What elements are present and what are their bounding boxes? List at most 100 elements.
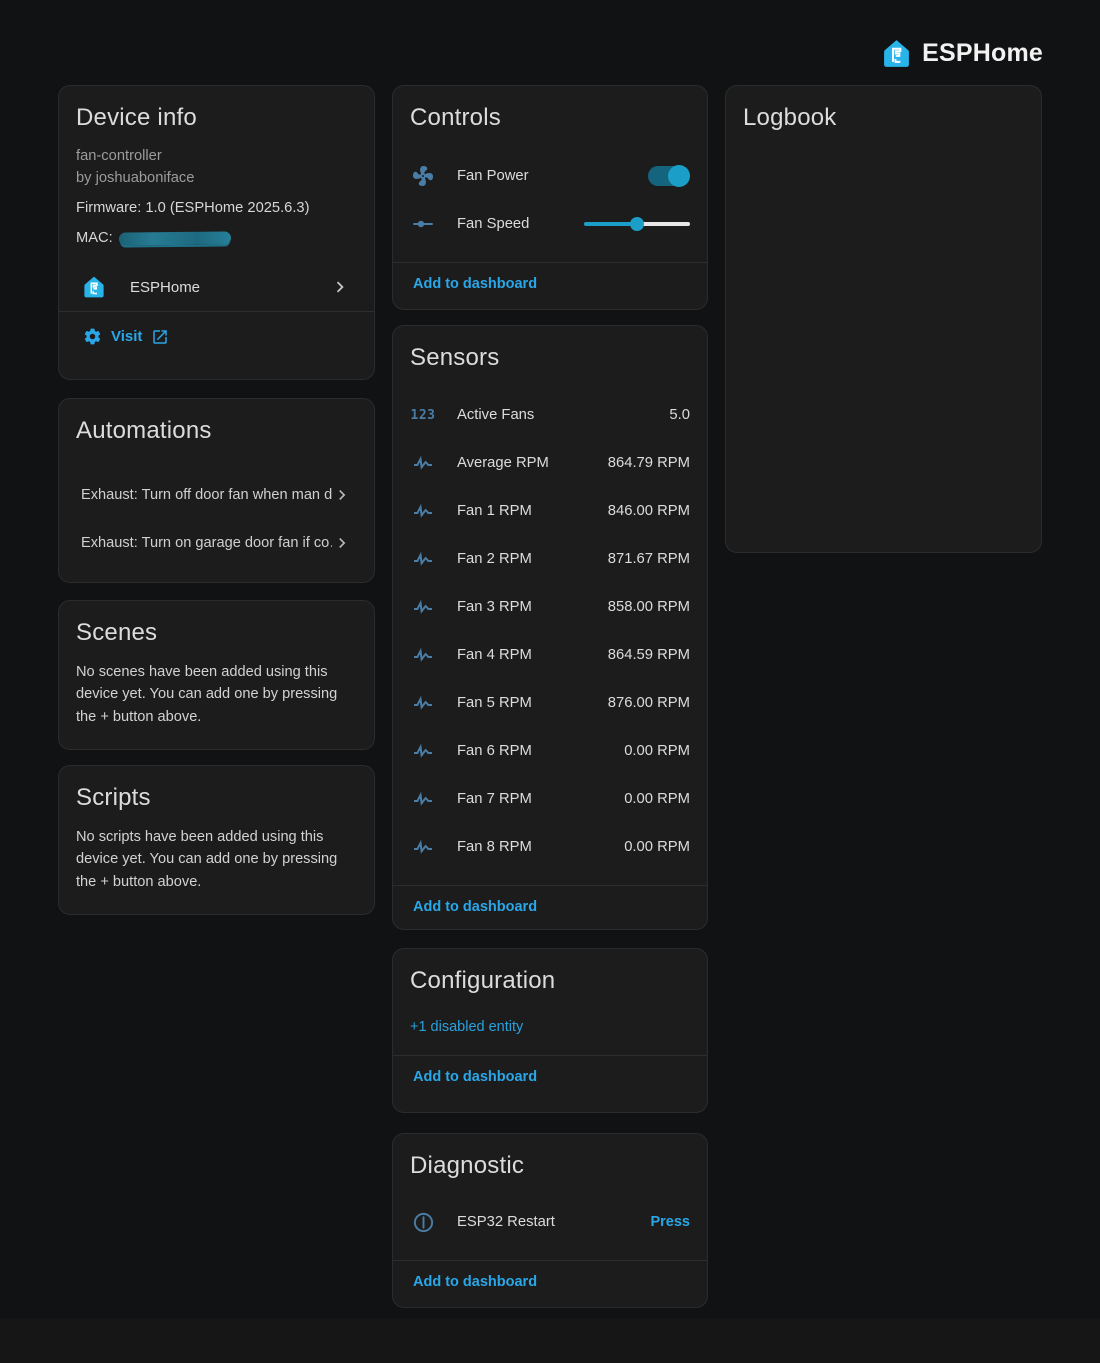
fan-power-label: Fan Power	[457, 168, 648, 184]
automation-label: Exhaust: Turn off door fan when man d…	[81, 487, 332, 503]
sensors-card: Sensors 123 Active Fans 5.0 Average RPM …	[392, 325, 708, 930]
sensor-value: 0.00 RPM	[624, 839, 690, 855]
chevron-right-icon	[332, 533, 352, 553]
pulse-icon	[411, 739, 435, 763]
controls-add-to-dashboard-link[interactable]: Add to dashboard	[393, 263, 707, 306]
slider-track-rest	[637, 222, 690, 226]
mac-redaction	[119, 231, 231, 245]
sensor-label: Fan 8 RPM	[457, 839, 624, 855]
sensors-add-to-dashboard-link[interactable]: Add to dashboard	[393, 886, 707, 929]
sensor-value: 871.67 RPM	[608, 551, 690, 567]
sensor-label: Fan 4 RPM	[457, 647, 608, 663]
sensor-label: Fan 5 RPM	[457, 695, 608, 711]
pulse-icon	[411, 595, 435, 619]
disabled-entities-link[interactable]: +1 disabled entity	[393, 997, 707, 1055]
sensor-label: Fan 3 RPM	[457, 599, 608, 615]
logbook-card: Logbook	[725, 85, 1042, 553]
device-page: ESPHome Device info fan-controller by jo…	[0, 0, 1100, 1363]
sensor-value: 858.00 RPM	[608, 599, 690, 615]
automation-label: Exhaust: Turn on garage door fan if co…	[81, 535, 332, 551]
sensor-row-fan6-rpm[interactable]: Fan 6 RPM 0.00 RPM	[393, 727, 707, 775]
mac-label: MAC:	[76, 227, 113, 249]
brand-title: ESPHome	[922, 39, 1043, 68]
esphome-integration-icon	[82, 275, 106, 299]
automation-row-1[interactable]: Exhaust: Turn off door fan when man d…	[59, 471, 374, 519]
sensor-label: Fan 1 RPM	[457, 503, 608, 519]
pulse-icon	[411, 499, 435, 523]
automations-title: Automations	[59, 399, 374, 447]
device-mac-line: MAC:	[76, 227, 357, 249]
integration-label: ESPHome	[130, 279, 329, 296]
fan-icon	[411, 164, 435, 188]
pulse-icon	[411, 451, 435, 475]
scripts-title: Scripts	[59, 766, 374, 814]
sensor-label: Fan 2 RPM	[457, 551, 608, 567]
automations-card: Automations Exhaust: Turn off door fan w…	[58, 398, 375, 583]
esphome-logo-icon	[881, 38, 912, 69]
slider-icon	[411, 212, 435, 236]
diagnostic-title: Diagnostic	[393, 1134, 707, 1182]
integration-row-esphome[interactable]: ESPHome	[76, 263, 357, 311]
sensor-row-fan8-rpm[interactable]: Fan 8 RPM 0.00 RPM	[393, 823, 707, 871]
chevron-right-icon	[329, 276, 351, 298]
toggle-thumb	[668, 165, 690, 187]
sensor-label: Average RPM	[457, 455, 608, 471]
sensor-label: Fan 6 RPM	[457, 743, 624, 759]
press-button[interactable]: Press	[650, 1214, 690, 1230]
pulse-icon	[411, 643, 435, 667]
scenes-empty-text: No scenes have been added using this dev…	[59, 649, 374, 728]
fan-power-toggle[interactable]	[648, 166, 688, 186]
sensor-row-fan5-rpm[interactable]: Fan 5 RPM 876.00 RPM	[393, 679, 707, 727]
visit-label: Visit	[111, 328, 142, 345]
device-firmware: Firmware: 1.0 (ESPHome 2025.6.3)	[76, 197, 357, 219]
sensor-row-fan7-rpm[interactable]: Fan 7 RPM 0.00 RPM	[393, 775, 707, 823]
page-bottom-edge	[0, 1318, 1100, 1363]
scripts-card: Scripts No scripts have been added using…	[58, 765, 375, 915]
chevron-right-icon	[332, 485, 352, 505]
esp32-restart-label: ESP32 Restart	[457, 1214, 650, 1230]
pulse-icon	[411, 835, 435, 859]
device-name: fan-controller	[76, 145, 357, 167]
configuration-add-to-dashboard-link[interactable]: Add to dashboard	[393, 1056, 707, 1099]
esp32-restart-row: ESP32 Restart Press	[393, 1198, 707, 1246]
sensor-value: 5.0	[669, 407, 690, 423]
controls-title: Controls	[393, 86, 707, 134]
sensor-value: 876.00 RPM	[608, 695, 690, 711]
pulse-icon	[411, 787, 435, 811]
sensor-row-fan1-rpm[interactable]: Fan 1 RPM 846.00 RPM	[393, 487, 707, 535]
visit-link[interactable]: Visit	[59, 312, 374, 362]
fan-speed-slider[interactable]	[584, 217, 690, 231]
sensor-value: 0.00 RPM	[624, 743, 690, 759]
device-info-title: Device info	[59, 86, 374, 134]
sensor-label: Fan 7 RPM	[457, 791, 624, 807]
sensor-row-fan3-rpm[interactable]: Fan 3 RPM 858.00 RPM	[393, 583, 707, 631]
sensors-title: Sensors	[393, 326, 707, 374]
scenes-card: Scenes No scenes have been added using t…	[58, 600, 375, 750]
scenes-title: Scenes	[59, 601, 374, 649]
pulse-icon	[411, 547, 435, 571]
fan-speed-label: Fan Speed	[457, 216, 584, 232]
sensor-value: 846.00 RPM	[608, 503, 690, 519]
fan-power-row: Fan Power	[393, 152, 707, 200]
power-icon	[411, 1210, 435, 1234]
fan-speed-row: Fan Speed	[393, 200, 707, 248]
sensor-row-active-fans[interactable]: 123 Active Fans 5.0	[393, 391, 707, 439]
scripts-empty-text: No scripts have been added using this de…	[59, 814, 374, 893]
automation-row-2[interactable]: Exhaust: Turn on garage door fan if co…	[59, 519, 374, 567]
diagnostic-add-to-dashboard-link[interactable]: Add to dashboard	[393, 1261, 707, 1304]
gear-icon	[83, 327, 102, 346]
controls-card: Controls Fan Power Fan	[392, 85, 708, 310]
device-author: by joshuaboniface	[76, 167, 357, 189]
sensor-row-fan4-rpm[interactable]: Fan 4 RPM 864.59 RPM	[393, 631, 707, 679]
open-in-new-icon	[151, 328, 169, 346]
device-info-card: Device info fan-controller by joshuaboni…	[58, 85, 375, 380]
sensor-value: 864.59 RPM	[608, 647, 690, 663]
logbook-title: Logbook	[726, 86, 1041, 134]
sensor-row-fan2-rpm[interactable]: Fan 2 RPM 871.67 RPM	[393, 535, 707, 583]
sensor-label: Active Fans	[457, 407, 669, 423]
sensor-row-average-rpm[interactable]: Average RPM 864.79 RPM	[393, 439, 707, 487]
slider-thumb[interactable]	[630, 217, 644, 231]
configuration-title: Configuration	[393, 949, 707, 997]
configuration-card: Configuration +1 disabled entity Add to …	[392, 948, 708, 1113]
numeric-123-icon: 123	[411, 403, 435, 427]
